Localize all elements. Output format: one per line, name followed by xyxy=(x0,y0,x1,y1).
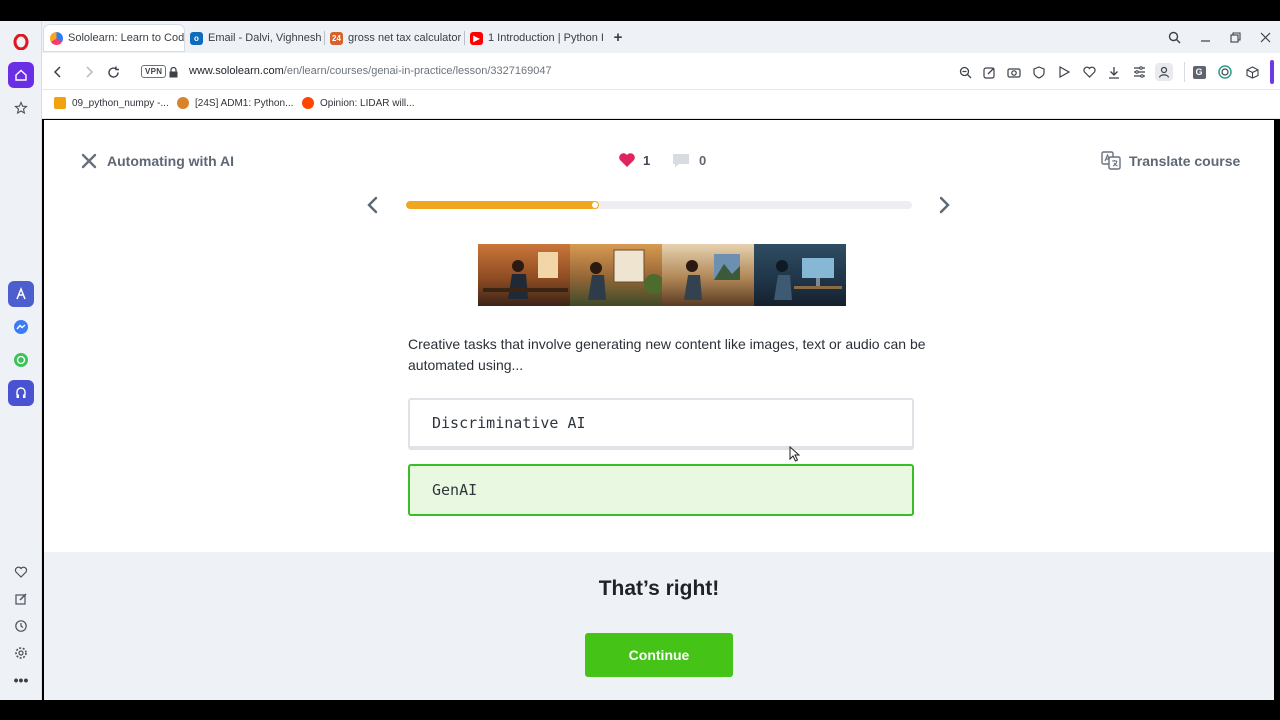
illustration-panel-sketch xyxy=(570,244,662,306)
outlook-icon: o xyxy=(190,31,203,45)
adm-icon xyxy=(177,97,189,109)
close-lesson-icon[interactable] xyxy=(80,152,98,170)
whatsapp-icon[interactable] xyxy=(8,347,34,373)
tab-label: 1 Introduction | Python Int xyxy=(488,32,604,44)
reddit-icon xyxy=(302,97,314,109)
favorites-heart-icon[interactable] xyxy=(1080,63,1098,81)
bookmarks-bar: 09_python_numpy -... [24S] ADM1: Python.… xyxy=(42,90,1280,119)
illustration-panel-painter xyxy=(478,244,570,306)
chatgpt-extension-icon[interactable] xyxy=(1216,63,1234,81)
question-text: Creative tasks that involve generating n… xyxy=(408,336,926,373)
notebook-icon xyxy=(54,97,66,109)
url-field[interactable]: www.sololearn.com/en/learn/courses/genai… xyxy=(189,65,552,77)
bookmark-item[interactable]: [24S] ADM1: Python... xyxy=(177,97,293,109)
answer-option-discriminative-ai[interactable]: Discriminative AI xyxy=(408,398,914,450)
back-icon[interactable] xyxy=(49,63,67,81)
likes-count: 1 xyxy=(643,152,651,168)
close-window-icon[interactable] xyxy=(1255,27,1275,47)
tab-label: gross net tax calculator ge xyxy=(348,32,464,44)
bookmark-label: Opinion: LIDAR will... xyxy=(320,97,415,109)
translate-course-button[interactable]: Translate course xyxy=(1101,151,1240,170)
shield-icon[interactable] xyxy=(1030,63,1048,81)
next-arrow-icon[interactable] xyxy=(936,195,952,215)
edit-icon[interactable] xyxy=(8,586,34,612)
heart-icon[interactable] xyxy=(8,559,34,585)
music-player-icon[interactable] xyxy=(8,380,34,406)
search-tabs-icon[interactable] xyxy=(1164,27,1184,47)
lesson-illustration xyxy=(478,244,846,306)
lesson-page: Automating with AI 1 0 Translate course xyxy=(44,120,1274,552)
browser-sidebar: ••• xyxy=(0,21,42,700)
answer-option-label: Discriminative AI xyxy=(432,414,586,432)
aria-icon[interactable] xyxy=(8,281,34,307)
answer-option-label: GenAI xyxy=(432,481,478,499)
illustration-panel-canvas xyxy=(662,244,754,306)
messenger-icon[interactable] xyxy=(8,314,34,340)
lesson-progress-marker xyxy=(590,201,599,209)
grammarly-extension-icon[interactable]: G xyxy=(1190,63,1208,81)
tab-label: Sololearn: Learn to Code xyxy=(68,32,184,44)
forward-icon[interactable] xyxy=(80,63,98,81)
calculator-24-icon: 24 xyxy=(330,31,343,45)
comment-icon xyxy=(673,154,689,168)
page-scrollbar[interactable] xyxy=(1270,60,1274,84)
url-path: /en/learn/courses/genai-in-practice/less… xyxy=(283,65,552,77)
mouse-cursor-icon xyxy=(789,446,800,462)
bookmark-item[interactable]: 09_python_numpy -... xyxy=(54,97,169,109)
translate-label: Translate course xyxy=(1129,152,1241,169)
zoom-icon[interactable] xyxy=(956,63,974,81)
bookmark-label: [24S] ADM1: Python... xyxy=(195,97,294,109)
tab-tax-calculator[interactable]: 24 gross net tax calculator ge xyxy=(324,25,464,51)
feedback-message: That’s right! xyxy=(598,577,720,600)
feedback-panel: That’s right! Continue xyxy=(44,552,1274,700)
bookmark-item[interactable]: Opinion: LIDAR will... xyxy=(302,97,414,109)
minimize-icon[interactable] xyxy=(1195,27,1215,47)
lesson-progress-bar xyxy=(406,201,912,209)
profile-icon[interactable] xyxy=(1155,63,1173,81)
new-tab-icon[interactable]: + xyxy=(608,27,628,47)
play-icon[interactable] xyxy=(1055,63,1073,81)
course-title: Automating with AI xyxy=(107,153,235,169)
settings-icon[interactable] xyxy=(8,640,34,666)
prev-arrow-icon[interactable] xyxy=(365,195,381,215)
more-icon[interactable]: ••• xyxy=(8,667,34,693)
vpn-badge[interactable]: VPN xyxy=(141,65,167,78)
comments-button[interactable]: 0 xyxy=(671,152,706,169)
lesson-progress-fill xyxy=(406,201,596,209)
tab-youtube[interactable]: ▶ 1 Introduction | Python Int xyxy=(464,25,604,51)
tab-strip: Sololearn: Learn to Code o Email - Dalvi… xyxy=(42,21,1280,53)
extensions-cube-icon[interactable] xyxy=(1243,63,1261,81)
history-icon[interactable] xyxy=(8,613,34,639)
share-edit-icon[interactable] xyxy=(980,63,998,81)
url-host: www.sololearn.com xyxy=(189,65,284,77)
restore-icon[interactable] xyxy=(1225,27,1245,47)
toolbar-divider xyxy=(1184,62,1185,82)
continue-button[interactable]: Continue xyxy=(585,633,733,677)
translate-icon xyxy=(1101,151,1121,170)
comments-count: 0 xyxy=(699,153,707,168)
illustration-panel-computer xyxy=(754,244,846,306)
sololearn-logo-icon xyxy=(50,31,63,45)
star-icon[interactable] xyxy=(8,95,34,121)
opera-logo-icon[interactable] xyxy=(8,29,34,55)
home-icon[interactable] xyxy=(8,62,34,88)
youtube-icon: ▶ xyxy=(470,31,483,45)
reload-icon[interactable] xyxy=(104,63,122,81)
tab-label: Email - Dalvi, Vighnesh Sa xyxy=(208,32,322,44)
tab-email[interactable]: o Email - Dalvi, Vighnesh Sa xyxy=(184,25,322,51)
camera-icon[interactable] xyxy=(1005,63,1023,81)
address-bar: VPN www.sololearn.com/en/learn/courses/g… xyxy=(42,53,1280,90)
bookmark-label: 09_python_numpy -... xyxy=(72,97,169,109)
easy-setup-icon[interactable] xyxy=(1130,63,1148,81)
tab-sololearn[interactable]: Sololearn: Learn to Code xyxy=(44,25,184,51)
likes-button[interactable]: 1 xyxy=(618,152,650,168)
heart-filled-icon xyxy=(619,153,635,167)
lock-icon[interactable] xyxy=(167,63,179,81)
answer-option-genai[interactable]: GenAI xyxy=(408,464,914,516)
screen: ••• Sololearn: Learn to Code o Email - D… xyxy=(0,0,1280,720)
download-icon[interactable] xyxy=(1105,63,1123,81)
